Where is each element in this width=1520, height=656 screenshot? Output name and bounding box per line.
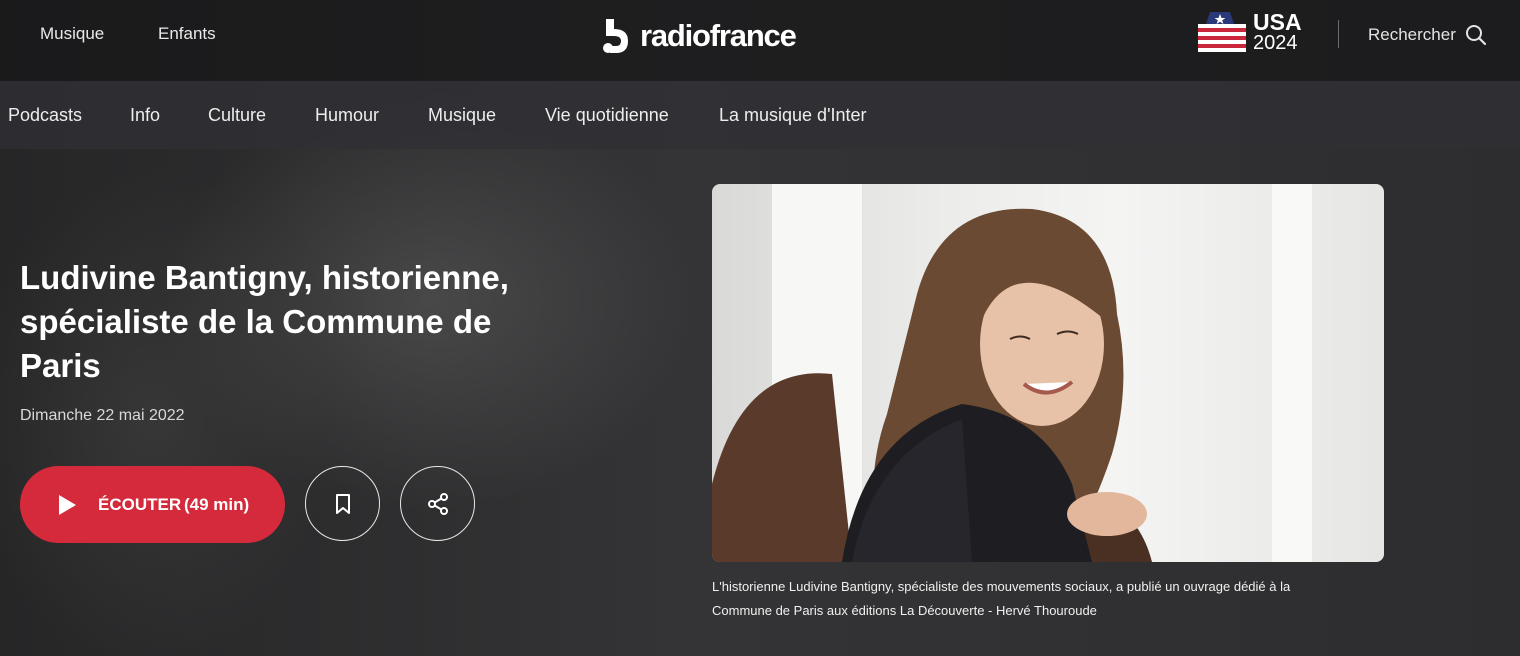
usa-2024-badge[interactable]: USA 2024 <box>1196 10 1308 56</box>
nav-item-culture[interactable]: Culture <box>208 105 266 126</box>
episode-date: Dimanche 22 mai 2022 <box>20 407 185 424</box>
bookmark-button[interactable] <box>305 466 380 541</box>
top-divider <box>1338 20 1339 48</box>
radiofrance-logo[interactable]: radiofrance <box>602 16 797 56</box>
main-nav: Podcasts Info Culture Humour Musique Vie… <box>0 81 1520 149</box>
usa-badge-title: USA <box>1253 9 1302 35</box>
share-icon <box>427 492 448 515</box>
search-label: Rechercher <box>1368 25 1456 44</box>
usa-badge-year: 2024 <box>1253 32 1298 54</box>
usa-flag-icon <box>1198 12 1246 52</box>
listen-button[interactable]: ÉCOUTER (49 min) <box>20 466 285 543</box>
search-button[interactable]: Rechercher <box>1368 22 1487 48</box>
nav-item-vie-quotidienne[interactable]: Vie quotidienne <box>545 105 669 126</box>
brand-name: radiofrance <box>640 18 797 53</box>
nav-item-podcasts[interactable]: Podcasts <box>8 105 82 126</box>
nav-item-info[interactable]: Info <box>130 105 160 126</box>
nav-item-humour[interactable]: Humour <box>315 105 379 126</box>
nav-item-musique[interactable]: Musique <box>428 105 496 126</box>
top-link-enfants[interactable]: Enfants <box>158 24 216 44</box>
episode-photo <box>712 184 1384 562</box>
episode-title: Ludivine Bantigny, historienne, spéciali… <box>20 259 509 384</box>
top-bar: Musique Enfants radiofrance USA 2024 Rec… <box>0 0 1520 81</box>
photo-caption: L'historienne Ludivine Bantigny, spécial… <box>712 579 1291 618</box>
radiofrance-logo-icon <box>603 19 628 53</box>
top-link-musique[interactable]: Musique <box>40 24 104 44</box>
listen-label: ÉCOUTER <box>98 495 182 514</box>
nav-item-la-musique-d-inter[interactable]: La musique d'Inter <box>719 105 867 126</box>
search-icon <box>1465 25 1486 46</box>
play-icon <box>59 495 76 515</box>
listen-duration: (49 min) <box>184 495 250 514</box>
bookmark-icon <box>335 493 350 514</box>
portrait-illustration <box>712 184 1312 562</box>
share-button[interactable] <box>400 466 475 541</box>
